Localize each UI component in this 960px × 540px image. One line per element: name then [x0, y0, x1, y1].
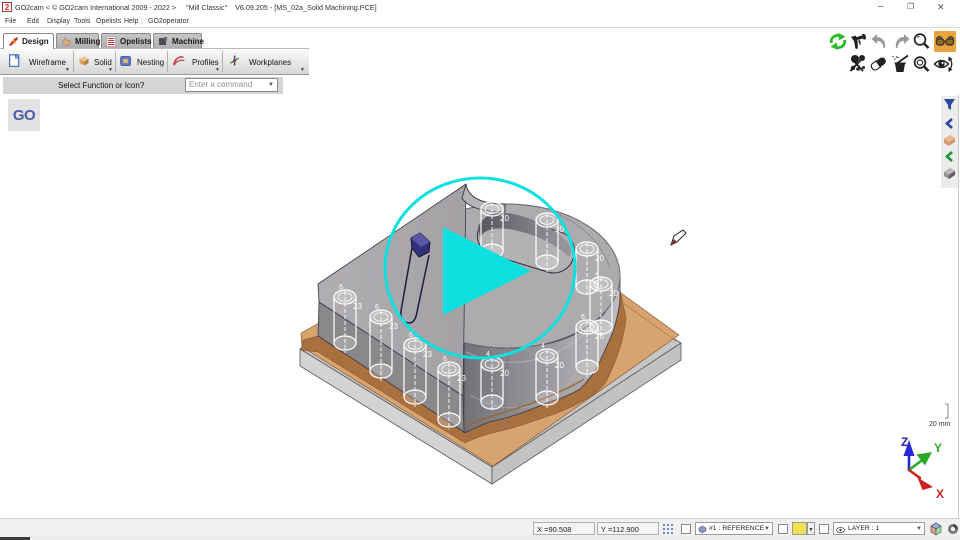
- svg-text:20 mm: 20 mm: [929, 421, 951, 428]
- svg-text:4: 4: [486, 196, 490, 203]
- svg-text:X: X: [936, 487, 944, 501]
- svg-text:Y: Y: [934, 441, 942, 455]
- svg-text:23: 23: [423, 350, 432, 359]
- svg-text:20: 20: [595, 254, 604, 263]
- svg-text:4: 4: [595, 271, 599, 278]
- svg-text:23: 23: [353, 302, 362, 311]
- svg-text:6: 6: [443, 356, 447, 363]
- svg-text:20: 20: [500, 214, 509, 223]
- svg-text:6: 6: [375, 304, 379, 311]
- svg-text:23: 23: [457, 374, 466, 383]
- svg-text:Z: Z: [901, 435, 908, 449]
- svg-text:20: 20: [500, 369, 509, 378]
- svg-text:20: 20: [595, 332, 604, 341]
- svg-text:6: 6: [581, 314, 585, 321]
- svg-text:20: 20: [555, 361, 564, 370]
- svg-text:2: 2: [5, 3, 10, 12]
- svg-text:6: 6: [339, 284, 343, 291]
- svg-text:4: 4: [541, 343, 545, 350]
- svg-text:23: 23: [389, 322, 398, 331]
- svg-text:20: 20: [609, 289, 618, 298]
